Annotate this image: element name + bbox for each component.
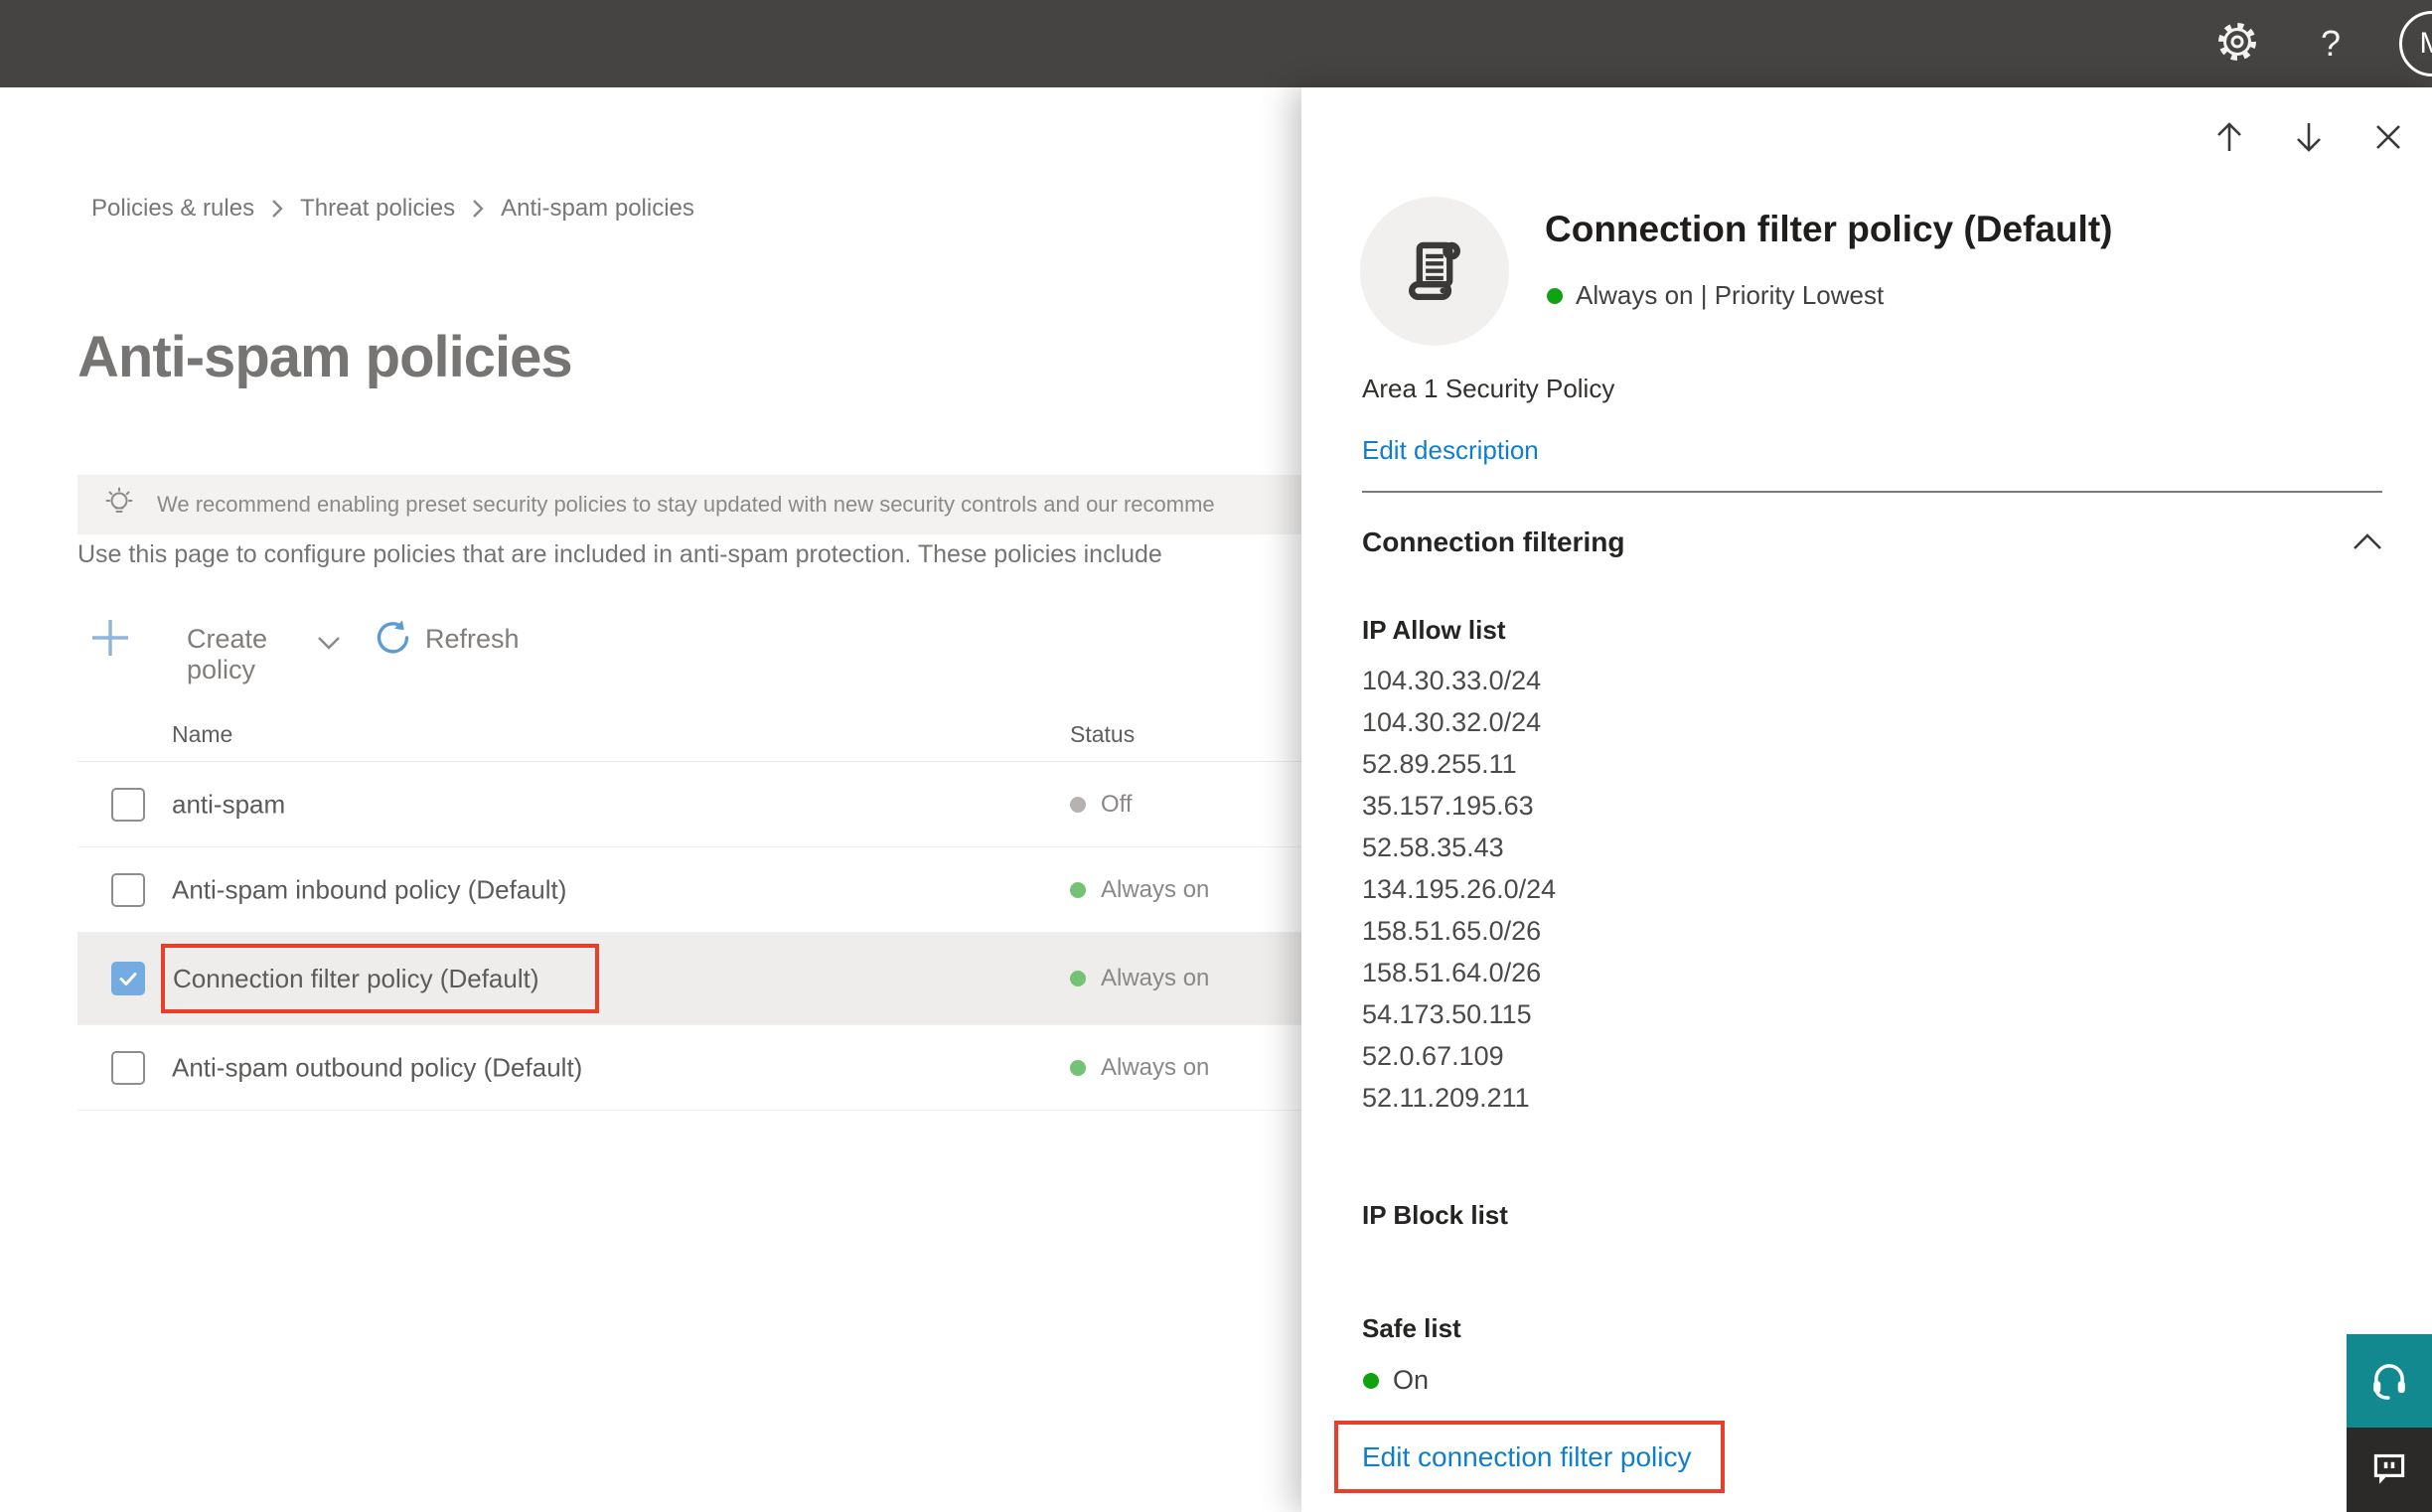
feedback-chat-icon: [2366, 1444, 2412, 1495]
gear-icon: [2214, 19, 2260, 70]
ip-entry: 104.30.32.0/24: [1362, 707, 1542, 737]
ip-entry: 52.89.255.11: [1362, 749, 1517, 779]
chevron-down-icon[interactable]: [316, 634, 342, 657]
ip-entry: 104.30.33.0/24: [1362, 666, 1542, 695]
status-dot-green: [1070, 881, 1086, 898]
red-highlight-outline: Edit connection filter policy: [1334, 1421, 1725, 1493]
row-checkbox-checked[interactable]: [111, 962, 145, 995]
table-row-selected[interactable]: Connection filter policy (Default) Alway…: [77, 933, 1301, 1025]
close-icon[interactable]: [2366, 115, 2410, 159]
ip-allow-list-label: IP Allow list: [1362, 615, 1506, 645]
chevron-right-icon: [471, 198, 485, 220]
status-cell: Always on: [1070, 965, 1209, 992]
avatar-initial: M: [2420, 27, 2432, 61]
status-label: Off: [1101, 790, 1133, 818]
lightbulb-icon: [101, 485, 137, 526]
status-dot-green: [1547, 287, 1563, 304]
breadcrumb-policies-rules[interactable]: Policies & rules: [91, 195, 254, 223]
policy-name[interactable]: Anti-spam outbound policy (Default): [172, 1052, 582, 1083]
edit-description-link[interactable]: Edit description: [1362, 435, 1539, 466]
ip-entry: 158.51.65.0/26: [1362, 916, 1542, 946]
topbar: ? M: [0, 0, 2432, 87]
create-policy-button[interactable]: Create policy: [187, 624, 267, 685]
edit-connection-filter-policy-link[interactable]: Edit connection filter policy: [1362, 1441, 1692, 1473]
headset-icon: [2365, 1355, 2413, 1408]
refresh-icon: [374, 618, 413, 663]
previous-item-button[interactable]: [2207, 115, 2251, 159]
scroll-policy-icon: [1397, 231, 1472, 312]
status-label: Always on: [1101, 875, 1210, 903]
status-priority-text: Always on | Priority Lowest: [1576, 280, 1885, 310]
safe-list-label: Safe list: [1362, 1313, 1461, 1343]
breadcrumb-threat-policies[interactable]: Threat policies: [300, 195, 455, 223]
breadcrumb: Policies & rules Threat policies Anti-sp…: [91, 195, 694, 223]
row-checkbox[interactable]: [111, 872, 145, 907]
policy-name[interactable]: anti-spam: [172, 789, 285, 820]
feedback-button[interactable]: [2347, 1428, 2432, 1512]
section-divider: [1362, 491, 2382, 493]
policy-avatar: [1360, 197, 1509, 346]
chevron-right-icon: [270, 198, 284, 220]
column-header-status[interactable]: Status: [1070, 721, 1135, 748]
app-root: ? M Policies & rules Threat policies Ant…: [0, 0, 2432, 1512]
status-dot-green: [1363, 1372, 1379, 1389]
ip-entry: 54.173.50.115: [1362, 999, 1532, 1029]
settings-button[interactable]: [2209, 0, 2265, 87]
status-cell: Off: [1070, 791, 1133, 819]
ip-entry: 134.195.26.0/24: [1362, 874, 1557, 904]
policy-description: Area 1 Security Policy: [1362, 374, 1615, 403]
breadcrumb-anti-spam-policies[interactable]: Anti-spam policies: [501, 195, 694, 223]
banner-text: We recommend enabling preset security po…: [157, 492, 1215, 517]
red-highlight-outline: Connection filter policy (Default): [161, 944, 599, 1013]
ip-entry: 52.58.35.43: [1362, 832, 1504, 862]
ip-entry: 52.0.67.109: [1362, 1041, 1504, 1071]
row-checkbox[interactable]: [111, 787, 145, 822]
safe-list-value: On: [1393, 1365, 1430, 1395]
avatar: M: [2399, 11, 2432, 76]
ip-entry: 35.157.195.63: [1362, 791, 1534, 821]
intro-text: Use this page to configure policies that…: [77, 540, 1162, 568]
table-row[interactable]: anti-spam Off: [77, 762, 1301, 847]
ip-block-list-label: IP Block list: [1362, 1200, 1508, 1230]
recommendation-banner: We recommend enabling preset security po…: [77, 475, 1301, 534]
status-dot-green: [1070, 971, 1086, 986]
question-mark-icon: ?: [2320, 23, 2342, 64]
status-dot-green: [1070, 1059, 1086, 1076]
column-header-name[interactable]: Name: [172, 721, 232, 748]
table-row[interactable]: Anti-spam inbound policy (Default) Alway…: [77, 847, 1301, 933]
section-title-connection-filtering: Connection filtering: [1362, 527, 1625, 557]
refresh-button[interactable]: Refresh: [425, 624, 520, 655]
help-button[interactable]: ?: [2303, 0, 2358, 87]
flyout-title: Connection filter policy (Default): [1545, 209, 2113, 249]
status-label: Always on: [1101, 1053, 1210, 1081]
safe-list-status: On: [1363, 1365, 1429, 1396]
table-header: Name Status: [77, 705, 1301, 762]
status-cell: Always on: [1070, 876, 1209, 904]
chevron-up-icon[interactable]: [2351, 530, 2384, 557]
account-button[interactable]: M: [2396, 0, 2432, 87]
status-dot-gray: [1070, 796, 1086, 813]
ip-entry: 52.11.209.211: [1362, 1083, 1530, 1113]
support-button[interactable]: [2347, 1334, 2432, 1428]
ip-allow-list: 104.30.33.0/24 104.30.32.0/24 52.89.255.…: [1362, 660, 1556, 1119]
policies-table: Name Status anti-spam Off Anti-spam inbo…: [77, 705, 1301, 1111]
flyout-status-line: Always on | Priority Lowest: [1547, 280, 1884, 311]
page-title: Anti-spam policies: [77, 325, 573, 389]
status-label: Always on: [1101, 965, 1210, 991]
details-flyout: Connection filter policy (Default) Alway…: [1301, 87, 2432, 1512]
plus-icon: [88, 616, 132, 665]
ip-entry: 158.51.64.0/26: [1362, 958, 1542, 987]
policy-name[interactable]: Anti-spam inbound policy (Default): [172, 874, 566, 905]
policy-name[interactable]: Connection filter policy (Default): [173, 964, 539, 994]
next-item-button[interactable]: [2287, 115, 2331, 159]
flyout-controls: [1301, 87, 2432, 177]
status-cell: Always on: [1070, 1054, 1209, 1082]
row-checkbox[interactable]: [111, 1050, 145, 1085]
table-row[interactable]: Anti-spam outbound policy (Default) Alwa…: [77, 1025, 1301, 1111]
